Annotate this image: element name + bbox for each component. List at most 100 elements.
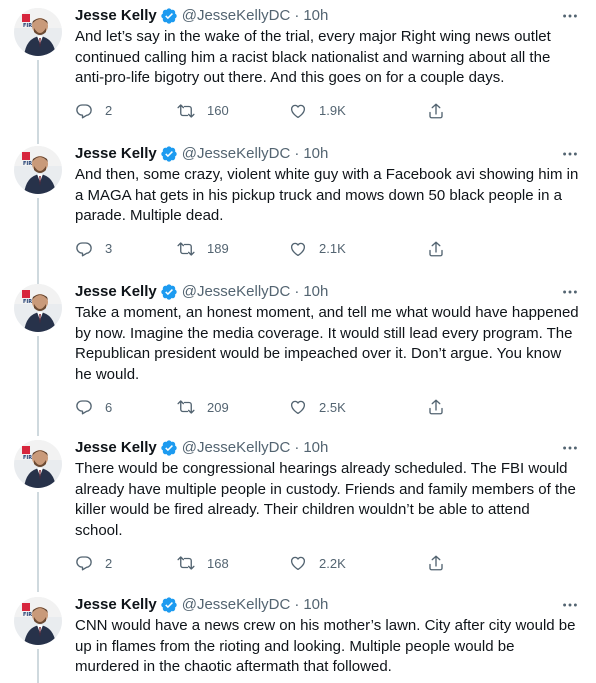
like-button[interactable]: 2.2K: [289, 554, 427, 572]
avatar[interactable]: FIRST: [14, 8, 62, 56]
retweet-icon: [177, 556, 195, 570]
tweet-header: Jesse Kelly @JesseKellyDC · 10h: [75, 6, 580, 26]
share-button[interactable]: [427, 554, 445, 572]
retweet-button[interactable]: 168: [177, 554, 289, 572]
retweet-icon: [177, 103, 195, 118]
tweet-text: CNN would have a news crew on his mother…: [75, 617, 576, 675]
share-icon: [429, 399, 443, 415]
share-icon: [429, 103, 443, 118]
like-count: 2.1K: [319, 241, 346, 256]
retweet-count: 189: [207, 241, 229, 256]
reply-count: 3: [105, 241, 113, 256]
author-name[interactable]: Jesse Kelly: [75, 144, 157, 164]
reply-icon: [76, 400, 92, 415]
tweet-header: Jesse Kelly @JesseKellyDC · 10h: [75, 144, 580, 164]
heart-icon: [290, 556, 306, 571]
tweet[interactable]: FIRST Jesse Kelly @JesseKellyDC ·: [0, 595, 596, 683]
reply-icon: [76, 103, 92, 118]
timestamp[interactable]: 10h: [303, 595, 328, 615]
heart-icon: [290, 400, 306, 415]
separator-dot: ·: [294, 596, 300, 613]
avatar[interactable]: FIRST: [14, 440, 62, 488]
author-handle[interactable]: @JesseKellyDC: [182, 282, 291, 302]
tweet-thread: FIRST Jesse Kelly @JesseKellyDC · 10h An…: [0, 0, 596, 683]
tweet-header: Jesse Kelly @JesseKellyDC · 10h: [75, 595, 580, 615]
reply-button[interactable]: 6: [75, 398, 177, 416]
thread-line: [37, 60, 39, 144]
reply-button[interactable]: 3: [75, 240, 177, 258]
reply-icon: [76, 241, 92, 256]
share-icon: [429, 555, 443, 571]
retweet-button[interactable]: 209: [177, 398, 289, 416]
author-name[interactable]: Jesse Kelly: [75, 438, 157, 458]
timestamp[interactable]: 10h: [303, 282, 328, 302]
separator-dot: ·: [294, 7, 300, 24]
avatar[interactable]: FIRST: [14, 284, 62, 332]
more-options-icon[interactable]: [560, 595, 580, 615]
thread-line: [37, 649, 39, 683]
tweet-rail: FIRST: [14, 282, 62, 436]
tweet-rail: FIRST: [14, 595, 62, 683]
timestamp[interactable]: 10h: [303, 144, 328, 164]
tweet[interactable]: FIRST Jesse Kelly @JesseKellyDC ·: [0, 144, 596, 284]
more-options-icon[interactable]: [560, 282, 580, 302]
tweet[interactable]: FIRST Jesse Kelly @JesseKellyDC ·: [0, 438, 596, 592]
retweet-count: 168: [207, 555, 229, 571]
share-icon: [429, 241, 443, 256]
thread-line: [37, 198, 39, 284]
author-name[interactable]: Jesse Kelly: [75, 282, 157, 302]
tweet-text: Take a moment, an honest moment, and tel…: [75, 304, 579, 383]
reply-count: 6: [105, 399, 113, 415]
like-button[interactable]: 2.1K: [289, 240, 427, 258]
reply-button[interactable]: 2: [75, 102, 177, 120]
share-button[interactable]: [427, 398, 445, 416]
more-options-icon[interactable]: [560, 438, 580, 458]
tweet[interactable]: FIRST Jesse Kelly @JesseKellyDC ·: [0, 282, 596, 436]
tweet-rail: FIRST: [14, 6, 62, 144]
timestamp[interactable]: 10h: [303, 6, 328, 26]
like-button[interactable]: 2.5K: [289, 398, 427, 416]
like-count: 1.9K: [319, 103, 346, 118]
verified-badge-icon: [160, 145, 178, 163]
author-name[interactable]: Jesse Kelly: [75, 595, 157, 615]
heart-icon: [290, 242, 306, 256]
like-button[interactable]: 1.9K: [289, 102, 427, 120]
reply-icon: [76, 556, 92, 571]
share-button[interactable]: [427, 102, 445, 120]
timestamp[interactable]: 10h: [303, 438, 328, 458]
tweet-text: And then, some crazy, violent white guy …: [75, 166, 579, 224]
retweet-button[interactable]: 189: [177, 240, 289, 258]
tweet-content: Jesse Kelly @JesseKellyDC · 10h And then…: [75, 144, 580, 259]
thread-line: [37, 492, 39, 592]
author-name[interactable]: Jesse Kelly: [75, 6, 157, 26]
author-handle[interactable]: @JesseKellyDC: [182, 6, 291, 26]
more-options-icon[interactable]: [560, 6, 580, 26]
separator-dot: ·: [294, 439, 300, 456]
verified-badge-icon: [160, 283, 178, 301]
retweet-icon: [177, 241, 195, 256]
verified-badge-icon: [160, 7, 178, 25]
retweet-button[interactable]: 160: [177, 102, 289, 120]
tweet-actions: 6 209 2.5K: [75, 397, 505, 417]
author-handle[interactable]: @JesseKellyDC: [182, 438, 291, 458]
tweet-content: Jesse Kelly @JesseKellyDC · 10h And let’…: [75, 6, 580, 121]
verified-badge-icon: [160, 439, 178, 457]
separator-dot: ·: [294, 145, 300, 162]
avatar[interactable]: FIRST: [14, 597, 62, 645]
tweet[interactable]: FIRST Jesse Kelly @JesseKellyDC ·: [0, 6, 596, 144]
author-handle[interactable]: @JesseKellyDC: [182, 595, 291, 615]
author-handle[interactable]: @JesseKellyDC: [182, 144, 291, 164]
tweet-header: Jesse Kelly @JesseKellyDC · 10h: [75, 438, 580, 458]
tweet-text: There would be congressional hearings al…: [75, 460, 576, 539]
avatar[interactable]: FIRST: [14, 146, 62, 194]
tweet-content: Jesse Kelly @JesseKellyDC · 10h Take a m…: [75, 282, 580, 417]
more-options-icon[interactable]: [560, 144, 580, 164]
reply-button[interactable]: 2: [75, 554, 177, 572]
retweet-count: 209: [207, 399, 229, 415]
thread-line: [37, 336, 39, 436]
tweet-header: Jesse Kelly @JesseKellyDC · 10h: [75, 282, 580, 302]
separator-dot: ·: [294, 283, 300, 300]
share-button[interactable]: [427, 240, 445, 258]
heart-icon: [290, 104, 306, 118]
reply-count: 2: [105, 555, 113, 571]
